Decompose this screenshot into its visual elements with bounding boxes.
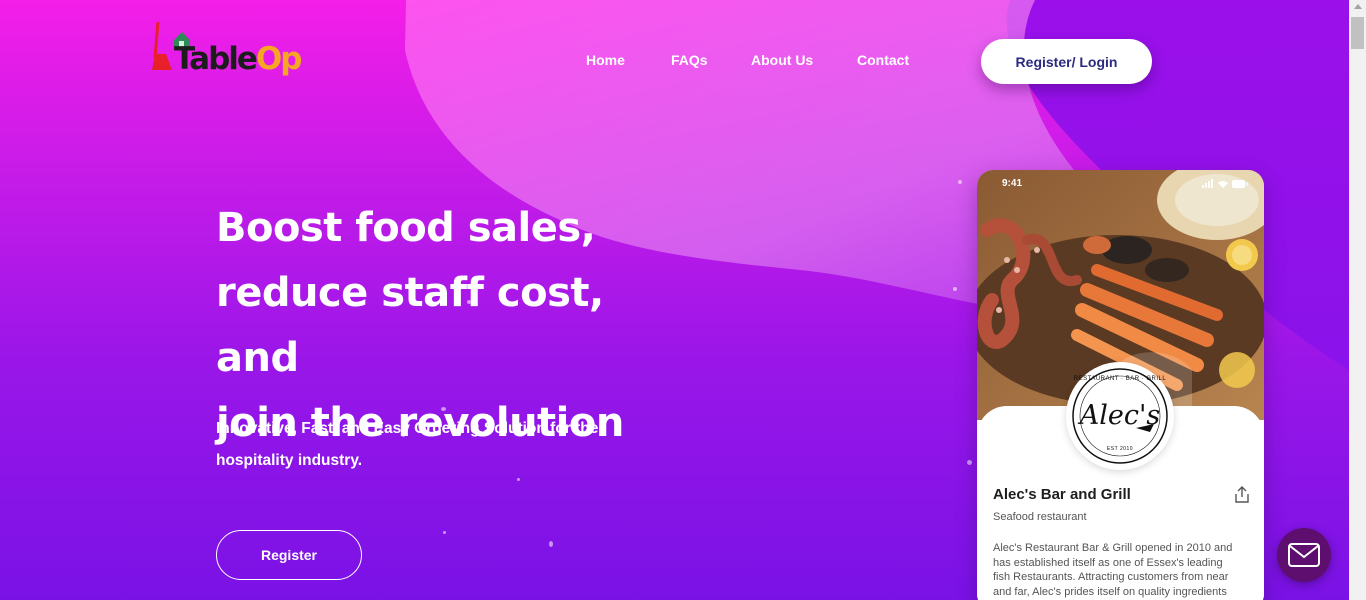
nav-contact-link[interactable]: Contact (857, 52, 909, 68)
description-line: has established itself as one of Essex's… (993, 556, 1223, 569)
particle (958, 180, 962, 184)
logo-name: Alec's (1079, 400, 1161, 431)
register-button[interactable]: Register (216, 530, 362, 580)
signal-wifi-battery-icon (1202, 179, 1248, 188)
tableop-logo[interactable]: TableOp (152, 18, 322, 84)
scroll-thumb[interactable] (1351, 17, 1364, 49)
restaurant-type: Seafood restaurant (993, 511, 1087, 523)
nav-home-link[interactable]: Home (586, 52, 625, 68)
register-login-button[interactable]: Register/ Login (981, 39, 1152, 84)
restaurant-logo: RESTAURANT · BAR · GRILL Alec's EST 2010 (1066, 362, 1174, 470)
landing-page: TableOp Home FAQs About Us Contact Regis… (0, 0, 1349, 600)
restaurant-description: Alec's Restaurant Bar & Grill opened in … (993, 541, 1251, 599)
particle (549, 541, 553, 547)
phone-mockup: 9:41 RESTAURANT · BAR · GRILL Alec's EST… (977, 170, 1264, 600)
restaurant-name: Alec's Bar and Grill (993, 486, 1131, 503)
nav-about-link[interactable]: About Us (751, 52, 813, 68)
description-line: and far, Alec's prides itself on quality… (993, 585, 1227, 598)
hero-subtitle-line: hospitality industry. (216, 452, 363, 469)
page-scrollbar[interactable] (1349, 0, 1366, 600)
mail-icon (1288, 543, 1320, 567)
status-time: 9:41 (1002, 178, 1023, 189)
scroll-up-arrow-icon[interactable] (1354, 4, 1362, 9)
hero-title-line: reduce staff cost, and (216, 270, 604, 381)
logo-est-text: EST 2010 (1106, 446, 1134, 452)
hero-subtitle: Innovative, Fast, and Easy Ordering Solu… (216, 413, 636, 477)
status-bar: 9:41 (977, 170, 1264, 198)
logo-top-text: RESTAURANT · BAR · GRILL (1073, 376, 1167, 382)
particle (443, 531, 446, 534)
share-icon[interactable] (1234, 486, 1250, 504)
hero-title-line: Boost food sales, (216, 205, 596, 251)
logo-wordmark: TableOp (174, 41, 302, 77)
description-line: fish Restaurants. Attracting customers f… (993, 571, 1229, 583)
particle (967, 460, 972, 465)
chat-button[interactable] (1277, 528, 1331, 582)
particle (517, 478, 520, 481)
particle (953, 287, 957, 291)
description-line: Alec's Restaurant Bar & Grill opened in … (993, 542, 1233, 554)
hero-subtitle-line: Innovative, Fast, and Easy Ordering Solu… (216, 420, 599, 437)
nav-faqs-link[interactable]: FAQs (671, 52, 708, 68)
